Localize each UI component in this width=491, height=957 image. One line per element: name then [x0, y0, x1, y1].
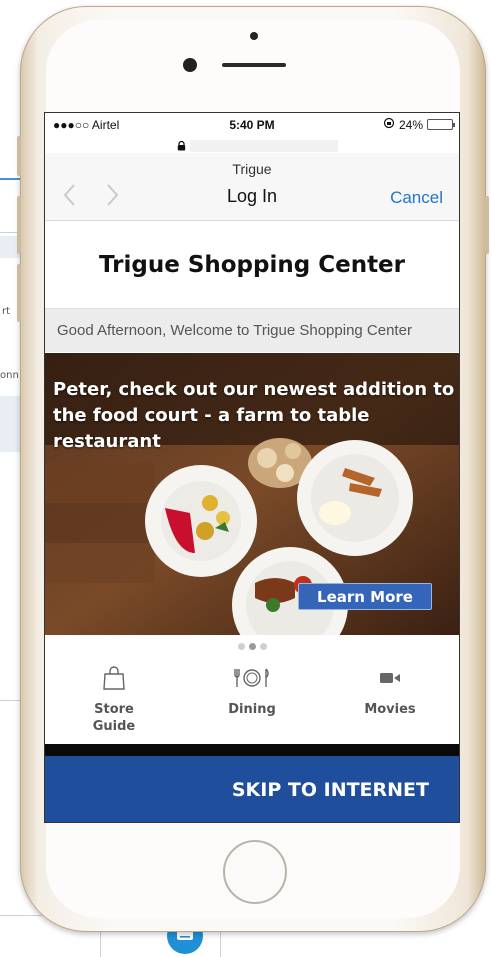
battery-percent: 24% — [398, 117, 423, 132]
tile-label: Store Guide — [92, 702, 136, 734]
side-button — [485, 196, 489, 254]
side-button — [17, 136, 21, 176]
navigation-bar: Trigue Log In Cancel — [45, 153, 459, 221]
orientation-lock-icon — [383, 117, 395, 132]
tile-label: Dining — [228, 702, 276, 717]
proximity-sensor — [250, 32, 258, 40]
learn-more-button[interactable]: Learn More — [298, 583, 432, 610]
url-field[interactable] — [190, 140, 338, 152]
side-button — [17, 196, 21, 254]
shopping-bag-icon — [102, 661, 126, 695]
greeting-banner: Good Afternoon, Welcome to Trigue Shoppi… — [45, 308, 459, 352]
store-guide-tile[interactable]: Store Guide — [64, 661, 164, 741]
page-header: Trigue Shopping Center — [45, 221, 459, 308]
page-title: Trigue Shopping Center — [98, 251, 406, 278]
hero-text: Peter, check out our newest addition to … — [53, 379, 455, 452]
quick-links: Store Guide Dining Movies — [45, 661, 459, 741]
side-button — [17, 264, 21, 322]
movies-tile[interactable]: Movies — [340, 661, 440, 741]
skip-to-internet-button[interactable]: SKIP TO INTERNET — [45, 756, 459, 822]
tile-label: Movies — [364, 702, 416, 717]
carousel-dots — [45, 643, 459, 650]
home-button[interactable] — [223, 840, 287, 904]
carousel-dot[interactable] — [248, 643, 256, 650]
carousel-dot[interactable] — [259, 643, 267, 650]
divider-bar — [45, 744, 459, 756]
phone-screen: ●●●○○ Airtel 5:40 PM 24% Trigue Log In C… — [44, 112, 460, 823]
video-camera-icon — [379, 661, 401, 695]
background-text: onn — [0, 370, 19, 381]
earpiece-speaker — [222, 63, 286, 67]
status-bar: ●●●○○ Airtel 5:40 PM 24% — [45, 113, 459, 135]
status-right: 24% — [383, 117, 455, 132]
carousel-dot[interactable] — [237, 643, 245, 650]
site-name: Trigue — [232, 161, 272, 177]
background-text: rt — [2, 306, 11, 317]
cancel-button[interactable]: Cancel — [390, 188, 443, 208]
dining-icon — [234, 661, 270, 695]
battery-icon — [427, 119, 455, 130]
front-camera — [183, 58, 197, 72]
dining-tile[interactable]: Dining — [202, 661, 302, 741]
promo-carousel[interactable]: Peter, check out our newest addition to … — [45, 353, 459, 635]
